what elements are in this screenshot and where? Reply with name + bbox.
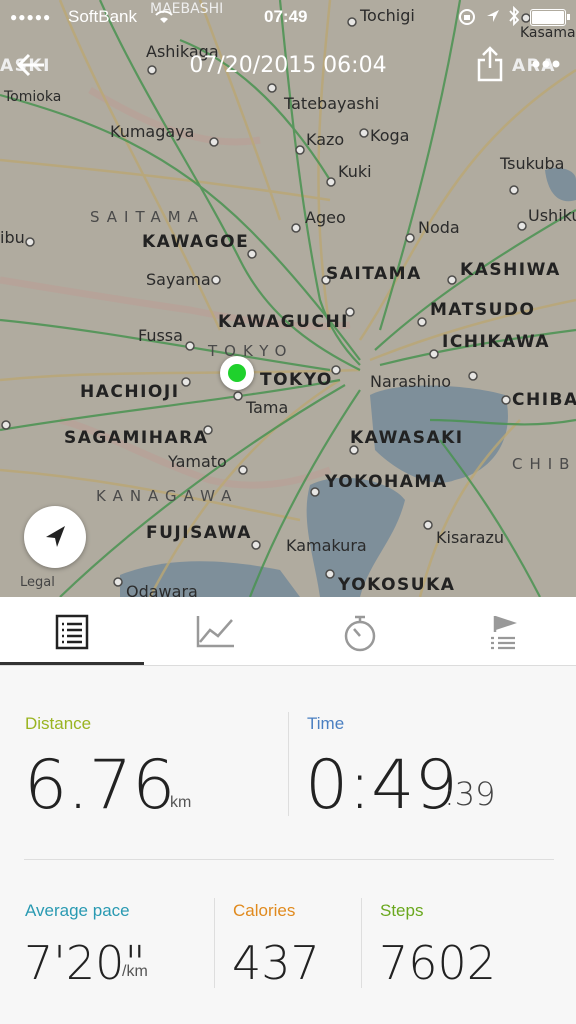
map-label: Kazo [306,130,345,149]
map-label: KAWASAKI [350,428,464,448]
tab-bar [0,597,576,666]
map-label: Tama [246,398,289,417]
time-value: 0:49 [305,746,458,825]
map-label: Noda [418,218,460,237]
map-label: SAITAMA [326,264,422,284]
calories-label: Calories [233,901,296,920]
clock: 07:49 [264,7,308,26]
graph-icon [196,616,234,648]
nav-bar: 07/20/2015 06:04 [0,40,576,96]
map-label: Yamato [168,452,227,471]
location-marker [220,356,254,390]
map-label: FUJISAWA [146,523,252,543]
map-label: YOKOHAMA [325,472,448,492]
list-icon [55,614,89,650]
map-label: Tsukuba [500,154,565,173]
divider [361,898,362,988]
map-label: ibu [0,228,25,247]
divider [24,859,554,860]
share-icon[interactable] [476,46,504,82]
map-region-label: KANAGAWA [96,487,239,505]
status-bar: ●●●●● SoftBank 07:49 [0,0,576,34]
map-label: Kumagaya [110,122,195,141]
rotation-lock-icon [459,9,475,25]
steps-label: Steps [380,901,424,920]
steps-value: 7602 [379,936,497,990]
wifi-icon [155,10,173,23]
time-label: Time [307,714,345,733]
divider [288,712,289,816]
map-label: Tatebayashi [284,94,380,113]
tab-graph[interactable] [144,597,288,665]
selected-tab-indicator [0,662,144,665]
divider [214,898,215,988]
location-services-icon [487,10,499,22]
tab-summary[interactable] [0,597,144,665]
map-label: Ageo [305,208,346,227]
map-region-label: CHIB [512,455,576,473]
map-label: MATSUDO [430,300,536,320]
flag-list-icon [491,615,517,650]
map-region-label: SAITAMA [90,208,205,226]
map-label: Ushiku [528,206,576,225]
legal-link[interactable]: Legal [20,576,55,589]
calories-value: 437 [232,936,320,990]
bluetooth-icon [509,6,520,26]
distance-value: 6.76 [24,746,176,825]
tab-splits[interactable] [432,597,576,665]
carrier-name: SoftBank [68,7,137,26]
battery-icon [530,9,570,26]
map-label: KASHIWA [460,260,561,280]
map-label: TOKYO [260,370,333,390]
workout-stats: Distance 6.76 km Time 0:49 :39 Average p… [0,666,576,1024]
map-label: KAWAGUCHI [218,312,349,332]
tab-laps[interactable] [288,597,432,665]
distance-unit: km [170,794,192,811]
average-pace-unit: /km [122,963,148,980]
map-label: Kuki [338,162,372,181]
distance-label: Distance [25,714,92,733]
more-options-icon[interactable] [532,60,560,68]
navigation-arrow-icon [46,526,65,547]
map-label: SAGAMIHARA [64,428,209,448]
time-seconds: :39 [444,775,496,813]
map-label: YOKOSUKA [338,575,456,595]
map-label: Fussa [138,326,183,345]
stopwatch-icon [344,615,376,652]
map-label: Kamakura [286,536,367,555]
map-label: HACHIOJI [80,382,180,402]
location-dot [228,364,246,382]
map-label: Kisarazu [436,528,504,547]
map-label: ICHIKAWA [442,332,551,352]
signal-dots-icon: ●●●●● [10,10,52,24]
map-label: Narashino [370,372,452,391]
map-region-label: TOKYO [208,342,294,360]
current-location-button[interactable] [24,506,86,568]
map-label: Koga [370,126,410,145]
map-label: KAWAGOE [142,232,250,252]
map-label: Odawara [126,582,198,598]
map-label: Sayama [146,270,211,289]
average-pace-label: Average pace [25,901,130,920]
map-label: CHIBA [512,390,576,410]
